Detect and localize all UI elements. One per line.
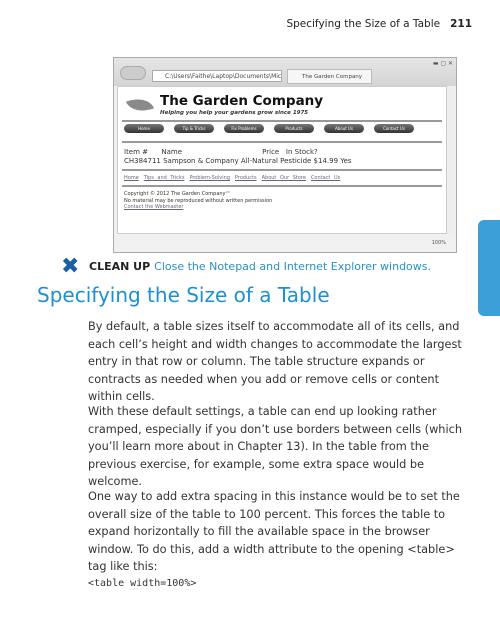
running-head: Specifying the Size of a Table 211 [286,18,472,30]
window-controls-icon: ▬ ▢ ✕ [432,60,453,67]
paragraph: By default, a table sizes itself to acco… [88,320,462,404]
paragraph: One way to add extra spacing in this ins… [88,490,460,574]
nav-button: Fix Problems [224,124,264,133]
scrollbar [446,86,454,234]
footer-link: Problem-Solving [189,175,230,181]
cell: $14.99 [313,157,339,165]
page-footer: Copyright © 2012 The Garden Company™ No … [124,191,272,211]
chapter-tab [478,220,500,316]
zoom-level: 100% [431,240,446,246]
address-bar: C:\Users\Faithe\Laptop\Documents\Micr [152,70,282,82]
nav-button: Home [124,124,164,133]
site-tagline: Helping you help your gardens grow since… [160,110,309,116]
footer-link: Products [235,175,257,181]
site-title: The Garden Company [160,93,324,109]
back-forward-icon [120,66,146,80]
footer-link: Contact Us [310,175,341,181]
browser-screenshot: C:\Users\Faithe\Laptop\Documents\Micr Th… [113,57,457,253]
cleanup-note: CLEAN UP Close the Notepad and Internet E… [61,260,431,273]
footer-links: Home Tips and Tricks Problem-Solving Produc… [124,175,345,181]
browser-chrome: C:\Users\Faithe\Laptop\Documents\Micr Th… [114,58,456,86]
cleanup-text: Close the Notepad and Internet Explorer … [154,260,432,273]
footer-link: About Our Store [261,175,306,181]
footer-link: Home [124,175,139,181]
site-nav: Home Tip & Tricks Fix Problems Products … [124,124,414,133]
header-cell: Price [262,148,280,156]
cleanup-label: CLEAN UP [89,260,151,273]
paragraph: With these default settings, a table can… [88,405,462,489]
code-sample: <table width=100%> [88,578,197,589]
running-head-title: Specifying the Size of a Table [286,18,441,30]
cell: CH384711 [124,157,161,165]
contact-link: Contact the Webmaster [124,204,184,210]
nav-button: Tip & Tricks [174,124,214,133]
footer-link: Tips and Tricks [143,175,185,181]
cell: Yes [340,157,352,165]
divider [122,120,442,122]
nav-button: Products [274,124,314,133]
nav-button: About Us [324,124,364,133]
browser-tab: The Garden Company [287,69,372,84]
divider [122,141,442,143]
section-heading: Specifying the Size of a Table [37,283,330,307]
cell: Sampson & Company All-Natural Pesticide [163,157,312,165]
header-cell: In Stock? [285,148,318,156]
divider [122,169,442,171]
header-cell: Name [161,148,183,156]
nav-button: Contact Us [374,124,414,133]
page-number: 211 [450,18,472,30]
header-cell: Item # [124,148,149,156]
divider [122,185,442,187]
leaf-logo-icon [125,93,155,117]
product-table: Item # Name Price In Stock? CH384711 Samp… [124,148,352,166]
web-page: The Garden Company Helping you help your… [117,86,447,234]
